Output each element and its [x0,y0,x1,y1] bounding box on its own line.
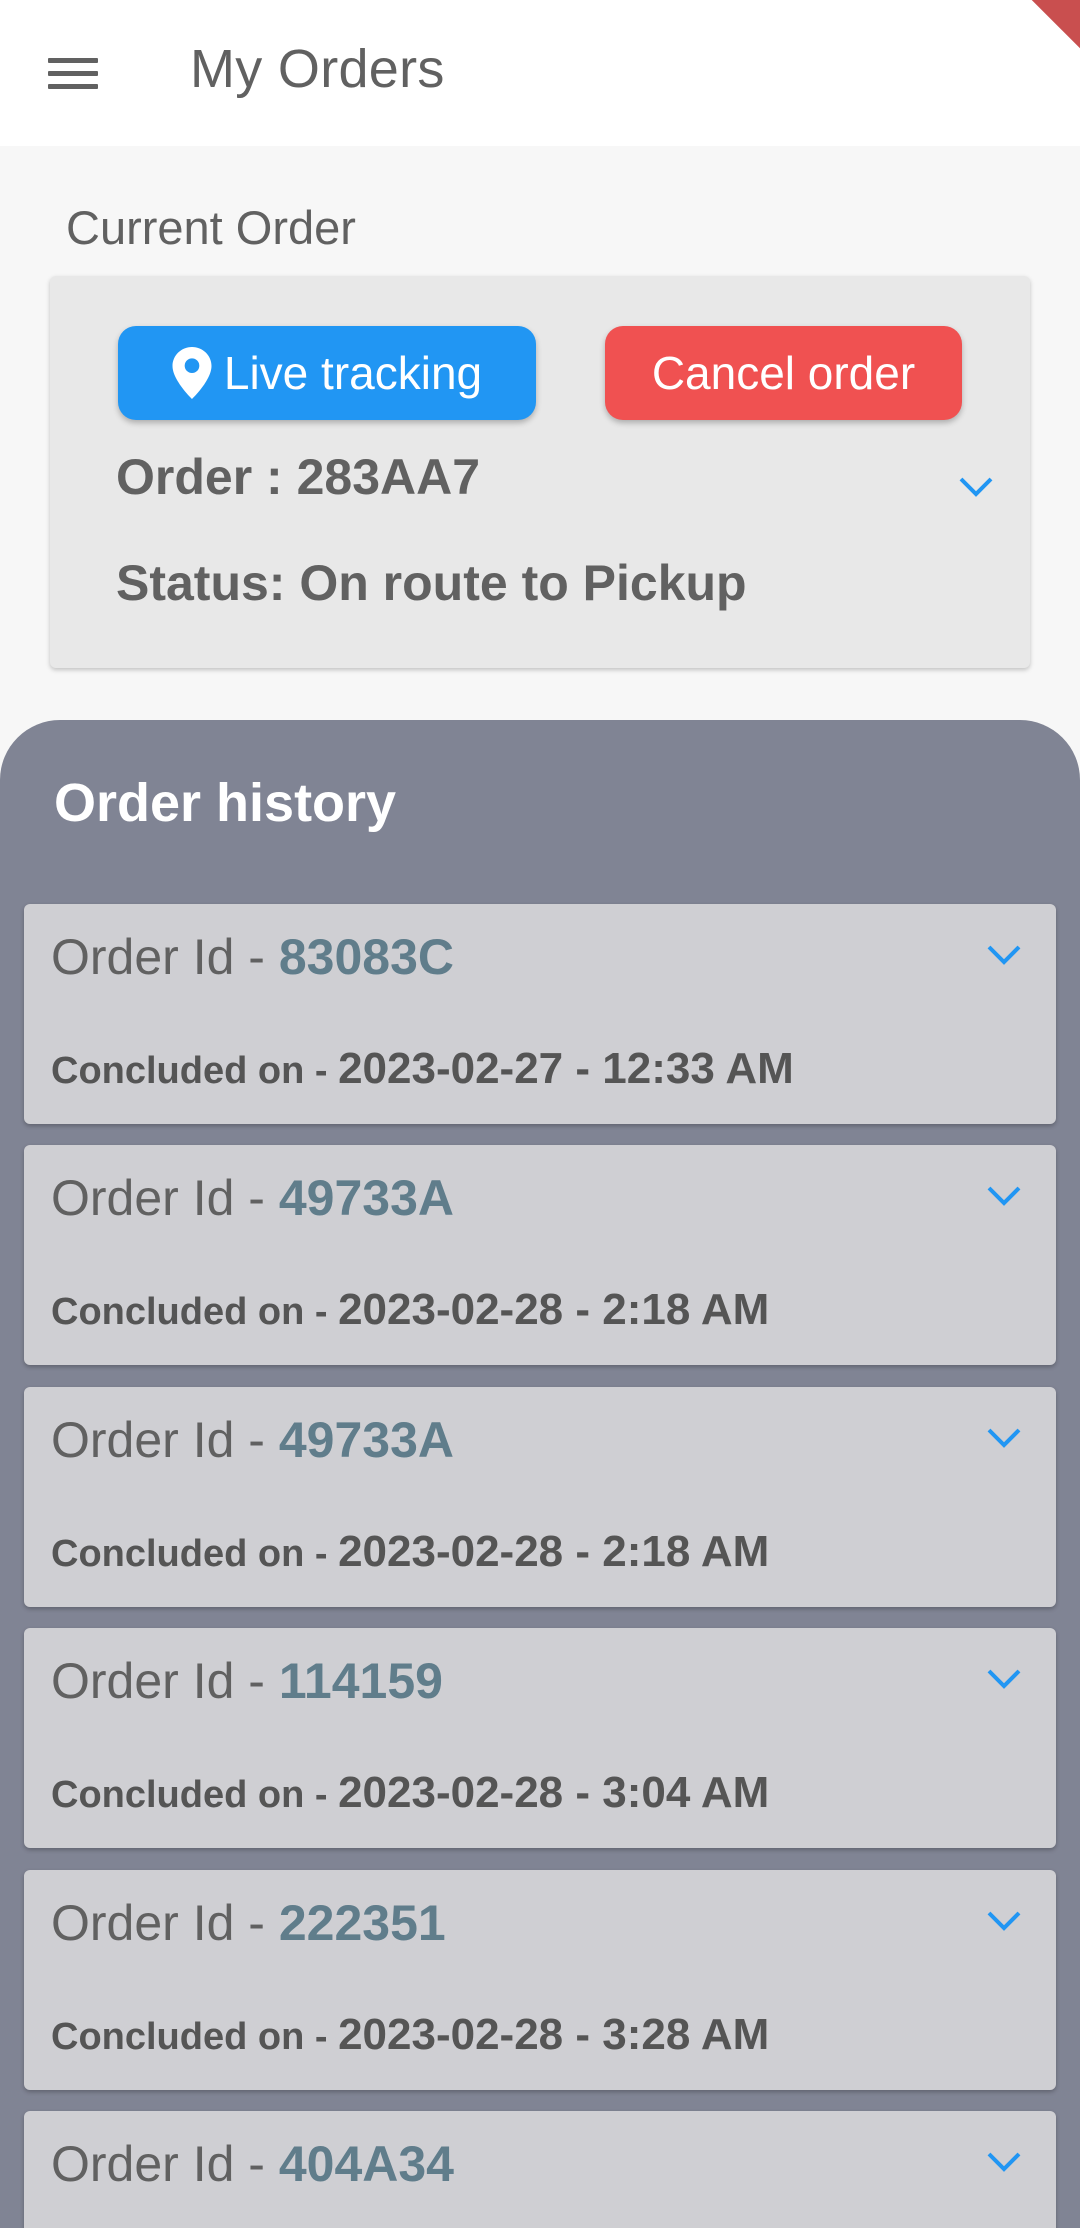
history-concluded-date: Concluded on - 2023-02-28 - 3:04 AM [51,1768,770,1817]
history-order-id: Order Id - 404A34 [51,2136,454,2192]
current-order-card: Live tracking Cancel order Order : 283AA… [50,276,1030,668]
page-title: My Orders [190,39,445,99]
menu-icon[interactable] [48,54,98,92]
history-order-id: Order Id - 49733A [51,1170,454,1226]
chevron-down-icon[interactable] [986,2151,1022,2173]
history-order-id: Order Id - 222351 [51,1895,446,1951]
chevron-down-icon[interactable] [986,1185,1022,1207]
history-order-id: Order Id - 49733A [51,1412,454,1468]
history-card[interactable]: Order Id - 83083C Concluded on - 2023-02… [24,904,1056,1124]
history-concluded-date: Concluded on - 2023-02-28 - 3:28 AM [51,2010,770,2059]
history-card[interactable]: Order Id - 222351 Concluded on - 2023-02… [24,1870,1056,2090]
location-pin-icon [172,347,212,399]
history-card[interactable]: Order Id - 404A34 [24,2111,1056,2228]
history-concluded-date: Concluded on - 2023-02-28 - 2:18 AM [51,1285,770,1334]
current-order-label: Current Order [66,201,356,254]
cancel-order-button[interactable]: Cancel order [605,326,962,420]
debug-banner [1020,0,1080,60]
live-tracking-button[interactable]: Live tracking [118,326,536,420]
history-card[interactable]: Order Id - 114159 Concluded on - 2023-02… [24,1628,1056,1848]
chevron-down-icon[interactable] [986,1910,1022,1932]
current-order-id: Order : 283AA7 [116,449,481,505]
history-card[interactable]: Order Id - 49733A Concluded on - 2023-02… [24,1145,1056,1365]
app-bar: My Orders [0,0,1080,146]
order-history-panel: Order history Order Id - 83083C Conclude… [0,720,1080,2228]
history-concluded-date: Concluded on - 2023-02-27 - 12:33 AM [51,1044,794,1093]
cancel-order-label: Cancel order [651,347,916,399]
chevron-down-icon[interactable] [986,1668,1022,1690]
chevron-down-icon[interactable] [986,1427,1022,1449]
history-order-id: Order Id - 114159 [51,1653,443,1709]
order-history-title: Order history [54,773,397,833]
live-tracking-label: Live tracking [223,347,483,399]
chevron-down-icon[interactable] [958,476,994,498]
history-order-id: Order Id - 83083C [51,929,454,985]
current-order-status: Status: On route to Pickup [116,555,747,611]
history-concluded-date: Concluded on - 2023-02-28 - 2:18 AM [51,1527,770,1576]
chevron-down-icon[interactable] [986,944,1022,966]
history-card[interactable]: Order Id - 49733A Concluded on - 2023-02… [24,1387,1056,1607]
